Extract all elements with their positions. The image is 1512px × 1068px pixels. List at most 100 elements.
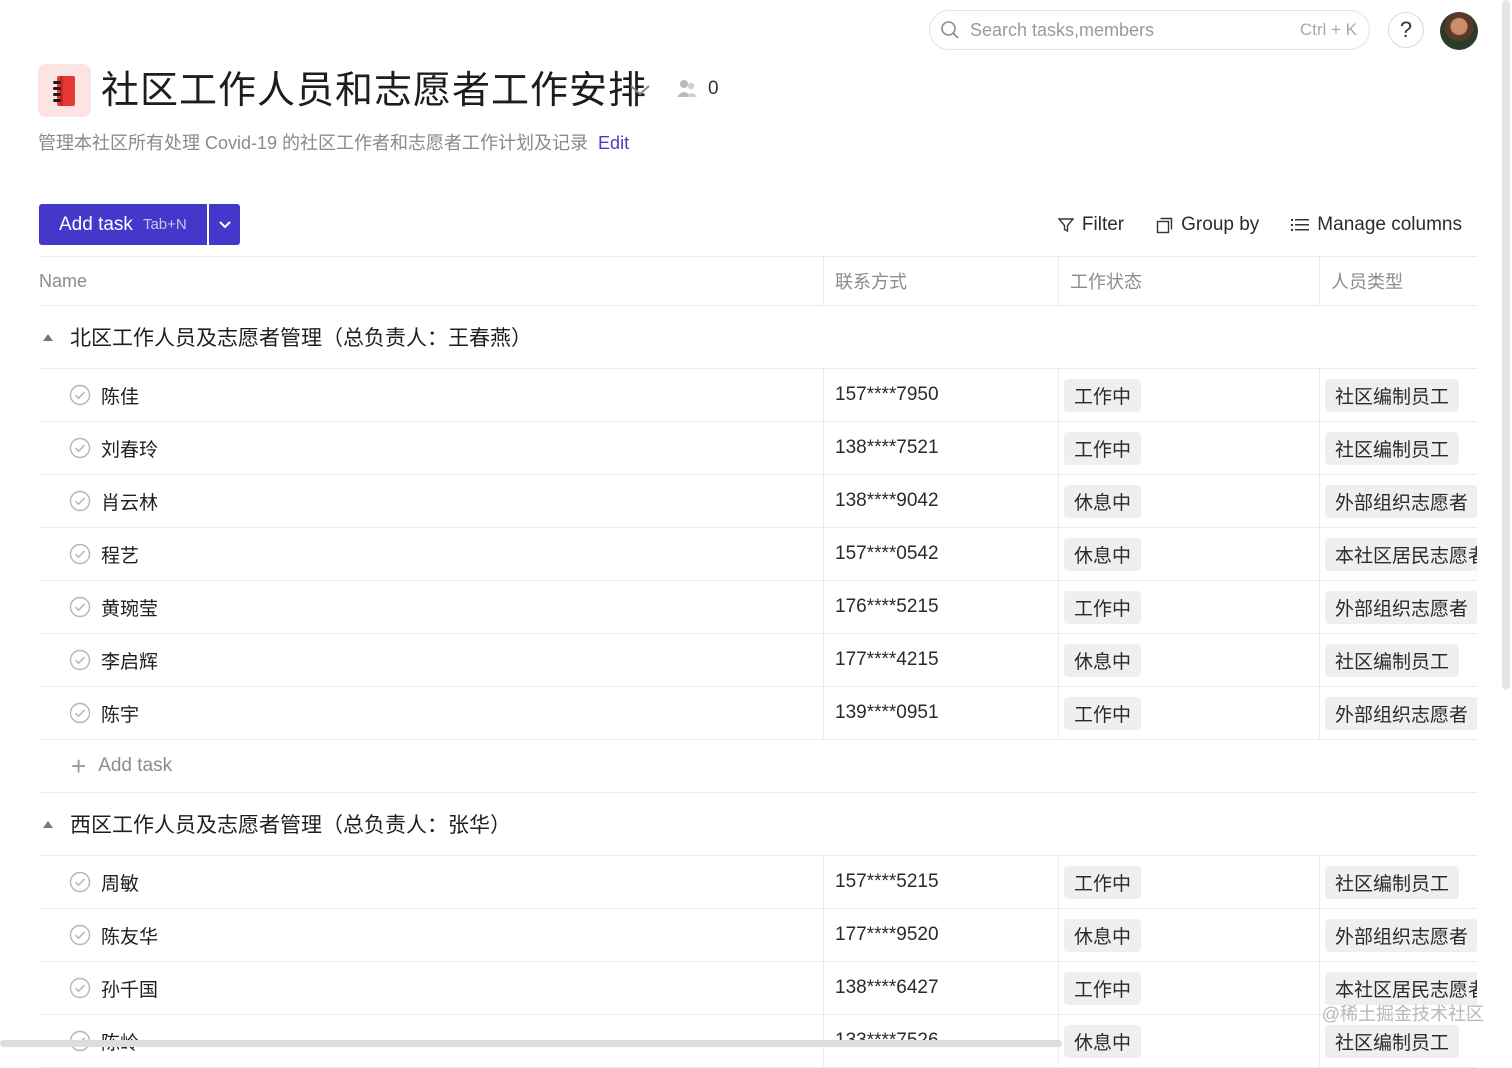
section-header[interactable]: 西区工作人员及志愿者管理（总负责人：张华） [39,793,1477,856]
contact-value: 138****7521 [835,437,939,458]
status-cell[interactable]: 工作中 [1058,856,1319,908]
type-cell[interactable]: 外部组织志愿者 [1319,475,1477,527]
contact-cell[interactable]: 157****7950 [823,369,1058,421]
table-row[interactable]: 陈友华 177****9520 休息中 外部组织志愿者 [39,909,1477,962]
name-cell[interactable]: 陈宇 [39,687,823,739]
type-cell[interactable]: 社区编制员工 [1319,634,1477,686]
contact-cell[interactable]: 157****0542 [823,528,1058,580]
contact-cell[interactable]: 177****9520 [823,909,1058,961]
table-row[interactable]: 黄琬莹 176****5215 工作中 外部组织志愿者 [39,581,1477,634]
contact-cell[interactable]: 138****7521 [823,422,1058,474]
type-cell[interactable]: 外部组织志愿者 [1319,687,1477,739]
contact-cell[interactable]: 138****9042 [823,475,1058,527]
status-cell[interactable]: 工作中 [1058,422,1319,474]
table-row[interactable]: 肖云林 138****9042 休息中 外部组织志愿者 [39,475,1477,528]
table-row[interactable]: 程艺 157****0542 休息中 本社区居民志愿者 [39,528,1477,581]
name-cell[interactable]: 周敏 [39,856,823,908]
check-circle-icon[interactable] [69,702,91,724]
contact-cell[interactable]: 139****0951 [823,687,1058,739]
task-name: 刘春玲 [101,439,159,461]
contact-cell[interactable]: 138****6427 [823,962,1058,1014]
name-cell[interactable]: 程艺 [39,528,823,580]
contact-cell[interactable]: 176****5215 [823,581,1058,633]
column-header-contact[interactable]: 联系方式 [823,257,1058,305]
type-cell[interactable]: 社区编制员工 [1319,369,1477,421]
add-task-row[interactable]: + Add task [39,740,1477,793]
avatar[interactable] [1440,12,1478,50]
check-circle-icon[interactable] [69,384,91,406]
name-cell[interactable]: 肖云林 [39,475,823,527]
status-cell[interactable]: 休息中 [1058,1015,1319,1067]
name-cell[interactable]: 刘春玲 [39,422,823,474]
add-task-button[interactable]: Add task Tab+N [39,204,207,245]
task-name: 陈宇 [101,704,140,726]
status-cell[interactable]: 工作中 [1058,581,1319,633]
name-cell[interactable]: 陈佳 [39,369,823,421]
contact-cell[interactable]: 177****4215 [823,634,1058,686]
edit-description-link[interactable]: Edit [598,133,629,153]
type-cell[interactable]: 社区编制员工 [1319,856,1477,908]
status-cell[interactable]: 工作中 [1058,369,1319,421]
column-header-type[interactable]: 人员类型 [1319,257,1477,305]
help-icon: ? [1399,17,1413,42]
status-cell[interactable]: 休息中 [1058,475,1319,527]
status-badge: 工作中 [1064,971,1142,1005]
plus-icon: + [71,750,87,781]
check-circle-icon[interactable] [69,543,91,565]
status-cell[interactable]: 工作中 [1058,687,1319,739]
manage-columns-button[interactable]: Manage columns [1291,214,1462,236]
type-badge: 外部组织志愿者 [1325,696,1477,730]
contact-value: 138****6427 [835,977,939,998]
check-circle-icon[interactable] [69,977,91,999]
add-task-dropdown-button[interactable] [209,204,240,245]
column-header-status[interactable]: 工作状态 [1058,257,1319,305]
table-row[interactable]: 陈佳 157****7950 工作中 社区编制员工 [39,369,1477,422]
table-row[interactable]: 周敏 157****5215 工作中 社区编制员工 [39,856,1477,909]
type-badge: 社区编制员工 [1325,431,1460,465]
vertical-scrollbar[interactable] [1502,0,1510,690]
status-badge: 休息中 [1064,484,1142,518]
horizontal-scrollbar[interactable] [0,1040,1062,1047]
name-cell[interactable]: 陈友华 [39,909,823,961]
type-cell[interactable]: 本社区居民志愿者 [1319,528,1477,580]
help-button[interactable]: ? [1388,12,1424,48]
collapse-triangle-icon[interactable] [43,820,53,828]
check-circle-icon[interactable] [69,596,91,618]
check-circle-icon[interactable] [69,437,91,459]
type-cell[interactable]: 外部组织志愿者 [1319,909,1477,961]
check-circle-icon[interactable] [69,649,91,671]
collapse-triangle-icon[interactable] [43,333,53,341]
members-button[interactable]: 0 [676,78,719,100]
chevron-down-icon [218,220,231,228]
contact-value: 177****9520 [835,924,939,945]
column-header-name[interactable]: Name [39,257,823,305]
description-text: 管理本社区所有处理 Covid-19 的社区工作者和志愿者工作计划及记录 [38,133,589,153]
check-circle-icon[interactable] [69,924,91,946]
table-row[interactable]: 陈宇 139****0951 工作中 外部组织志愿者 [39,687,1477,740]
section-header[interactable]: 北区工作人员及志愿者管理（总负责人：王春燕） [39,306,1477,369]
table-row[interactable]: 李启辉 177****4215 休息中 社区编制员工 [39,634,1477,687]
type-cell[interactable]: 社区编制员工 [1319,422,1477,474]
status-cell[interactable]: 休息中 [1058,634,1319,686]
table-row[interactable]: 孙千国 138****6427 工作中 本社区居民志愿者 [39,962,1477,1015]
filter-button[interactable]: Filter [1057,214,1125,236]
table-header: Name 联系方式 工作状态 人员类型 [39,256,1477,306]
status-badge: 工作中 [1064,378,1142,412]
name-cell[interactable]: 李启辉 [39,634,823,686]
type-cell[interactable]: 外部组织志愿者 [1319,581,1477,633]
search-input[interactable]: Search tasks,members Ctrl + K [929,10,1370,50]
status-cell[interactable]: 休息中 [1058,909,1319,961]
type-badge: 外部组织志愿者 [1325,918,1477,952]
chevron-down-icon[interactable] [628,80,652,100]
contact-cell[interactable]: 157****5215 [823,856,1058,908]
status-cell[interactable]: 工作中 [1058,962,1319,1014]
name-cell[interactable]: 孙千国 [39,962,823,1014]
check-circle-icon[interactable] [69,490,91,512]
type-badge: 外部组织志愿者 [1325,484,1477,518]
name-cell[interactable]: 黄琬莹 [39,581,823,633]
status-cell[interactable]: 休息中 [1058,528,1319,580]
group-by-button[interactable]: Group by [1156,214,1259,236]
table-row[interactable]: 刘春玲 138****7521 工作中 社区编制员工 [39,422,1477,475]
check-circle-icon[interactable] [69,871,91,893]
filter-label: Filter [1081,214,1125,235]
